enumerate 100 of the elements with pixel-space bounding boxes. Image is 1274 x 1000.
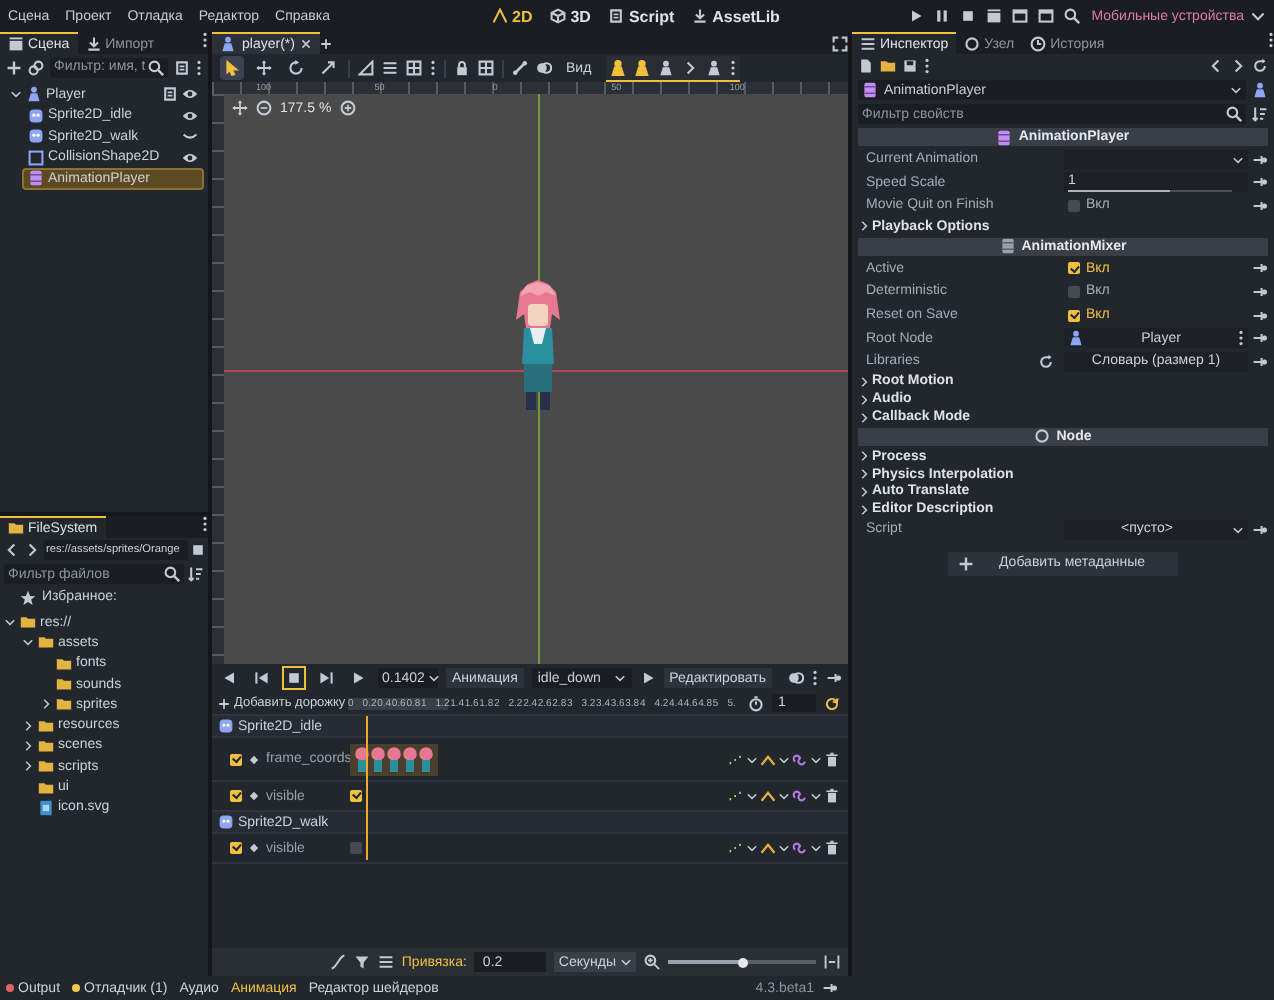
lock-icon[interactable]: [454, 60, 470, 76]
pin-icon[interactable]: [822, 980, 838, 996]
more-icon[interactable]: [1268, 32, 1274, 48]
chevron-down-icon[interactable]: [10, 88, 22, 101]
workspace-tab[interactable]: 2D: [492, 7, 533, 25]
search-icon[interactable]: [1063, 8, 1080, 24]
chevron-down-icon[interactable]: [778, 790, 790, 802]
fullscreen-icon[interactable]: [832, 35, 848, 51]
back-icon[interactable]: [4, 542, 20, 558]
triangle-icon[interactable]: [358, 60, 374, 76]
grid-icon[interactable]: [406, 60, 422, 76]
refresh-icon[interactable]: [1038, 353, 1054, 370]
add-icon[interactable]: [6, 59, 22, 75]
chevron-right-icon[interactable]: [22, 719, 34, 732]
checkbox[interactable]: [1068, 199, 1080, 212]
checkbox[interactable]: [1068, 309, 1080, 322]
filter-icon[interactable]: [353, 954, 370, 970]
arch-icon[interactable]: [760, 788, 776, 804]
forward-icon[interactable]: [1230, 58, 1246, 74]
more-icon[interactable]: [430, 60, 436, 76]
chevron-down-icon[interactable]: [778, 753, 790, 765]
document-icon[interactable]: [858, 58, 874, 74]
folder-icon[interactable]: [880, 58, 896, 74]
more-icon[interactable]: [1238, 330, 1244, 347]
arch-icon[interactable]: [760, 751, 776, 767]
chevron-down-icon[interactable]: [810, 842, 822, 854]
autoplay-icon[interactable]: [639, 670, 656, 686]
grid-icon[interactable]: [478, 60, 494, 76]
loop-icon[interactable]: [824, 695, 840, 711]
playback-button[interactable]: [250, 666, 274, 690]
closed-eye-icon[interactable]: [182, 128, 198, 145]
history-icon[interactable]: [1252, 58, 1268, 74]
chevron-down-icon[interactable]: [810, 790, 822, 802]
keyframe-checkbox[interactable]: [350, 842, 362, 854]
more-icon[interactable]: [196, 59, 202, 75]
pin-icon[interactable]: [1252, 283, 1268, 300]
eye-icon[interactable]: [182, 149, 198, 166]
person-icon[interactable]: [609, 59, 626, 75]
person-icon[interactable]: [657, 59, 674, 75]
move-icon[interactable]: [256, 60, 272, 76]
bone-icon[interactable]: [512, 60, 528, 76]
eye-icon[interactable]: [182, 107, 198, 124]
chevron-right-icon[interactable]: [22, 739, 34, 752]
playback-button[interactable]: [314, 666, 338, 690]
checkbox[interactable]: [1068, 262, 1080, 275]
sort-icon[interactable]: [188, 566, 204, 582]
list-icon[interactable]: [377, 954, 394, 970]
sort-icon[interactable]: [1252, 106, 1268, 122]
checkbox[interactable]: [230, 842, 242, 854]
chevron-right-icon[interactable]: [681, 59, 698, 75]
clapper-icon[interactable]: [985, 8, 1002, 24]
person-icon[interactable]: [705, 59, 722, 75]
timer-icon[interactable]: [748, 695, 764, 711]
slider-thumb[interactable]: [737, 957, 747, 967]
rotate-icon[interactable]: [288, 60, 304, 76]
forward-icon[interactable]: [24, 542, 40, 558]
close-icon[interactable]: [300, 38, 313, 50]
scroll-icon[interactable]: [174, 59, 190, 75]
list-icon[interactable]: [382, 60, 398, 76]
workspace-tab[interactable]: 3D: [550, 7, 591, 25]
pin-icon[interactable]: [1252, 260, 1268, 277]
pin-icon[interactable]: [1252, 197, 1268, 214]
chevron-down-icon[interactable]: [4, 616, 16, 629]
more-icon[interactable]: [729, 59, 736, 75]
play-icon[interactable]: [907, 8, 924, 24]
zoom-icon[interactable]: [644, 954, 660, 970]
chevron-down-icon[interactable]: [746, 842, 758, 854]
trash-icon[interactable]: [824, 788, 840, 804]
cursor-icon[interactable]: [224, 60, 240, 76]
zoom-in-icon[interactable]: [339, 100, 356, 116]
move-icon[interactable]: [232, 100, 248, 116]
workspace-tab[interactable]: AssetLib: [692, 7, 780, 25]
pause-icon[interactable]: [933, 8, 950, 24]
chevron-down-icon[interactable]: [778, 842, 790, 854]
dotted-line-icon[interactable]: [728, 788, 744, 804]
dotted-line-icon[interactable]: [728, 751, 744, 767]
dotted-line-icon[interactable]: [728, 840, 744, 856]
floppy-icon[interactable]: [902, 58, 918, 74]
pin-icon[interactable]: [1252, 521, 1268, 538]
fit-icon[interactable]: [824, 954, 840, 970]
pin-icon[interactable]: [1252, 330, 1268, 347]
keyframes-drawing[interactable]: [350, 743, 438, 775]
eye-icon[interactable]: [182, 86, 198, 103]
checkbox[interactable]: [1068, 285, 1080, 298]
scroll-icon[interactable]: [162, 86, 178, 103]
window-icon[interactable]: [1037, 8, 1054, 24]
pin-icon[interactable]: [1252, 307, 1268, 324]
workspace-tab[interactable]: Script: [608, 7, 675, 25]
zoom-out-icon[interactable]: [256, 100, 272, 116]
checkbox[interactable]: [230, 790, 242, 802]
chevron-down-icon[interactable]: [22, 636, 34, 649]
window-icon[interactable]: [1011, 8, 1028, 24]
stop-icon[interactable]: [959, 8, 976, 24]
person-icon[interactable]: [633, 59, 650, 75]
pin-icon[interactable]: [826, 670, 842, 686]
onion-skin-icon[interactable]: [788, 670, 804, 686]
more-icon[interactable]: [202, 516, 208, 532]
chevron-right-icon[interactable]: [40, 698, 52, 711]
playback-button[interactable]: [282, 666, 306, 690]
link-icon[interactable]: [28, 59, 44, 75]
